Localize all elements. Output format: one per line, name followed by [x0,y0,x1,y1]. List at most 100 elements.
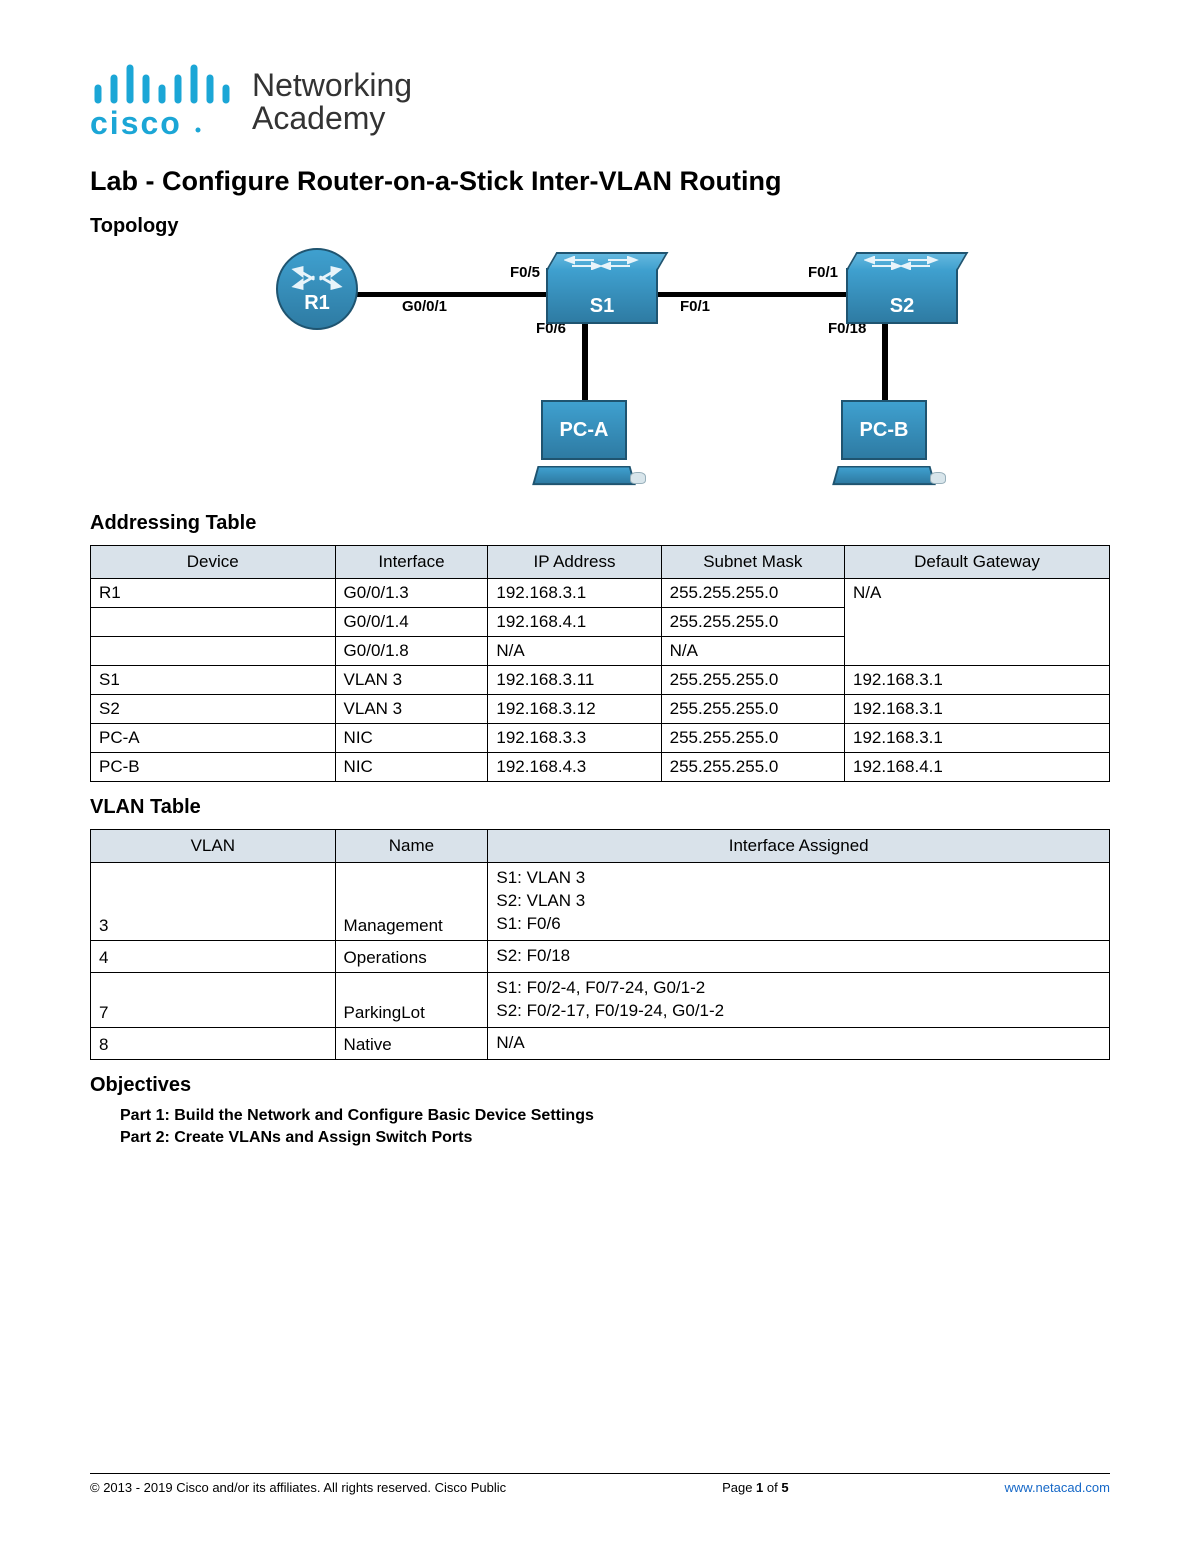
assigned-line: S1: F0/2-4, F0/7-24, G0/1-2 [496,977,1101,1000]
cisco-logo-icon: cisco [90,60,240,138]
switch-label-s2: S2 [890,295,914,318]
col-mask: Subnet Mask [661,546,844,579]
link-s2-pcb [882,318,888,408]
assigned-line: S2: VLAN 3 [496,890,1101,913]
table-row: 4 Operations S2: F0/18 [91,940,1110,972]
cell-interface: VLAN 3 [335,695,488,724]
cell-device: S1 [91,666,336,695]
cell-vlan: 4 [91,940,336,972]
document-page: cisco Networking Academy Lab - Configure… [0,0,1200,1553]
table-row: S2 VLAN 3 192.168.3.12 255.255.255.0 192… [91,695,1110,724]
table-row: R1 G0/0/1.3 192.168.3.1 255.255.255.0 N/… [91,579,1110,608]
router-arrows-icon [288,264,346,292]
table-header-row: Device Interface IP Address Subnet Mask … [91,546,1110,579]
cell-mask: 255.255.255.0 [661,753,844,782]
cell-device [91,637,336,666]
cell-ip: 192.168.3.1 [488,579,661,608]
cell-gw: 192.168.4.1 [845,753,1110,782]
cell-mask: 255.255.255.0 [661,666,844,695]
cell-interface: NIC [335,724,488,753]
pc-label-a: PC-A [560,419,609,442]
assigned-line: S1: VLAN 3 [496,867,1101,890]
footer-link[interactable]: www.netacad.com [1005,1480,1111,1495]
pc-label-b: PC-B [860,419,909,442]
addressing-heading: Addressing Table [90,512,1110,535]
logo-line2: Academy [252,102,412,136]
cell-gw: 192.168.3.1 [845,724,1110,753]
cell-interface: G0/0/1.4 [335,608,488,637]
device-pc-b: PC-B [824,400,944,486]
link-r1-s1 [338,292,556,297]
cell-assigned: S1: F0/2-4, F0/7-24, G0/1-2 S2: F0/2-17,… [488,972,1110,1027]
assigned-line: S2: F0/18 [496,945,1101,968]
device-switch-s2: S2 [846,268,958,324]
table-row: 7 ParkingLot S1: F0/2-4, F0/7-24, G0/1-2… [91,972,1110,1027]
port-f01-l: F0/1 [680,298,710,315]
addressing-table: Device Interface IP Address Subnet Mask … [90,545,1110,782]
col-gw: Default Gateway [845,546,1110,579]
academy-wordmark: Networking Academy [252,69,412,138]
port-g001: G0/0/1 [402,298,447,315]
table-row: S1 VLAN 3 192.168.3.11 255.255.255.0 192… [91,666,1110,695]
col-vlan: VLAN [91,830,336,863]
cell-interface: NIC [335,753,488,782]
cell-gw: N/A [845,579,1110,666]
cell-device: R1 [91,579,336,608]
list-item: Part 2: Create VLANs and Assign Switch P… [120,1129,1110,1147]
cell-ip: 192.168.4.1 [488,608,661,637]
port-f05: F0/5 [510,264,540,281]
col-device: Device [91,546,336,579]
cell-mask: 255.255.255.0 [661,608,844,637]
list-item: Part 1: Build the Network and Configure … [120,1107,1110,1125]
cell-ip: N/A [488,637,661,666]
cell-assigned: S2: F0/18 [488,940,1110,972]
cell-gw: 192.168.3.1 [845,695,1110,724]
cell-device: S2 [91,695,336,724]
table-row: PC-A NIC 192.168.3.3 255.255.255.0 192.1… [91,724,1110,753]
col-name: Name [335,830,488,863]
switch-arrows-icon [564,256,644,270]
cell-mask: 255.255.255.0 [661,579,844,608]
port-f01-r: F0/1 [808,264,838,281]
assigned-line: N/A [496,1032,1101,1055]
cell-ip: 192.168.3.3 [488,724,661,753]
cell-name: Management [335,863,488,941]
logo-line1: Networking [252,69,412,103]
brand-header: cisco Networking Academy [90,60,1110,138]
table-row: 8 Native N/A [91,1027,1110,1059]
vlan-table: VLAN Name Interface Assigned 3 Managemen… [90,829,1110,1060]
cell-vlan: 7 [91,972,336,1027]
router-label: R1 [304,292,330,315]
cell-mask: 255.255.255.0 [661,724,844,753]
mouse-icon [930,472,946,484]
page-indicator: Page 1 of 5 [722,1480,789,1495]
switch-arrows-icon [864,256,944,270]
cell-device: PC-A [91,724,336,753]
cell-name: Native [335,1027,488,1059]
table-row: PC-B NIC 192.168.4.3 255.255.255.0 192.1… [91,753,1110,782]
device-switch-s1: S1 [546,268,658,324]
table-row: 3 Management S1: VLAN 3 S2: VLAN 3 S1: F… [91,863,1110,941]
cell-assigned: N/A [488,1027,1110,1059]
link-s1-s2 [648,292,856,297]
objectives-list: Part 1: Build the Network and Configure … [120,1107,1110,1147]
cell-vlan: 3 [91,863,336,941]
col-ip: IP Address [488,546,661,579]
mouse-icon [630,472,646,484]
copyright: © 2013 - 2019 Cisco and/or its affiliate… [90,1480,506,1495]
cell-assigned: S1: VLAN 3 S2: VLAN 3 S1: F0/6 [488,863,1110,941]
cisco-wordmark: cisco [90,105,182,138]
cell-name: Operations [335,940,488,972]
table-header-row: VLAN Name Interface Assigned [91,830,1110,863]
objectives-heading: Objectives [90,1074,1110,1097]
cell-device: PC-B [91,753,336,782]
cell-ip: 192.168.3.12 [488,695,661,724]
cell-vlan: 8 [91,1027,336,1059]
cell-interface: G0/0/1.3 [335,579,488,608]
assigned-line: S2: F0/2-17, F0/19-24, G0/1-2 [496,1000,1101,1023]
cell-ip: 192.168.3.11 [488,666,661,695]
cell-interface: G0/0/1.8 [335,637,488,666]
device-router-r1: R1 [276,248,358,330]
cell-mask: 255.255.255.0 [661,695,844,724]
topology-diagram: G0/0/1 F0/5 F0/6 F0/1 F0/1 F0/18 R1 [220,248,980,498]
